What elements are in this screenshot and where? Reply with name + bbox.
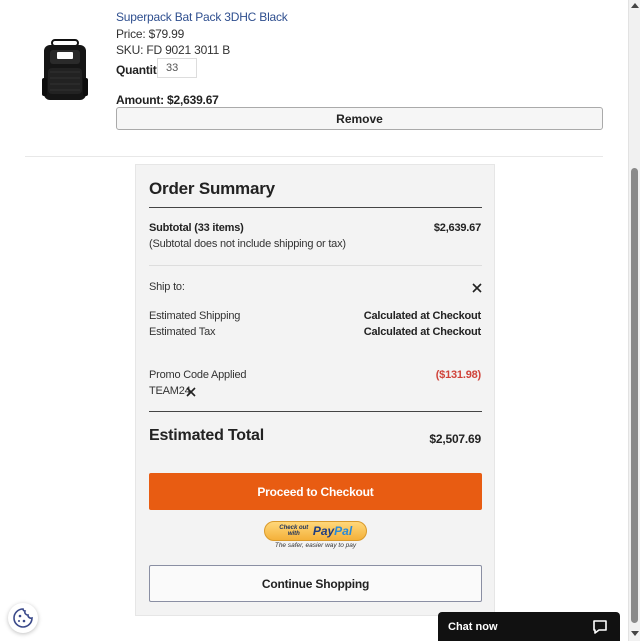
subtotal-note: (Subtotal does not include shipping or t… <box>149 238 346 250</box>
subtotal-value: $2,639.67 <box>433 222 481 234</box>
product-sku: SKU: FD 9021 3011 B <box>116 43 231 57</box>
title-divider <box>149 207 482 208</box>
remove-button[interactable]: Remove <box>116 107 603 130</box>
paypal-badge: Check out with PayPal <box>264 521 367 541</box>
total-divider <box>149 411 482 412</box>
paypal-tagline: The safer, easier way to pay <box>274 542 357 549</box>
order-summary-title: Order Summary <box>149 179 275 198</box>
subtotal-divider <box>149 265 482 266</box>
cookie-icon <box>13 608 33 628</box>
paypal-logo: PayPal <box>313 524 352 538</box>
subtotal-label: Subtotal (33 items) <box>149 222 244 234</box>
chat-now-label: Chat now <box>448 621 498 633</box>
tax-value: Calculated at Checkout <box>363 326 481 338</box>
quantity-input[interactable] <box>157 58 197 78</box>
chat-bubble-icon <box>593 620 607 634</box>
promo-discount-value: ($131.98) <box>435 369 481 381</box>
paypal-checkout-text: Check out with <box>279 525 309 537</box>
scrollbar-thumb[interactable] <box>631 168 638 623</box>
estimated-total-value: $2,507.69 <box>429 432 481 446</box>
paypal-logo-pal: Pal <box>334 524 353 538</box>
cart-line-item: Superpack Bat Pack 3DHC Black Price: $79… <box>0 0 628 150</box>
section-divider <box>25 156 603 157</box>
product-image[interactable] <box>40 38 90 102</box>
paypal-checkout-button[interactable]: Check out with PayPal The safer, easier … <box>264 521 367 551</box>
chat-now-widget[interactable]: Chat now <box>438 612 620 641</box>
proceed-to-checkout-button[interactable]: Proceed to Checkout <box>149 473 482 510</box>
shipping-value: Calculated at Checkout <box>363 310 481 322</box>
scroll-down-arrow-icon[interactable] <box>631 631 639 636</box>
ship-to-close-icon[interactable] <box>471 282 483 294</box>
estimated-total-label: Estimated Total <box>149 427 264 444</box>
cookie-settings-button[interactable] <box>8 603 38 633</box>
order-summary-panel: Order Summary Subtotal (33 items) $2,639… <box>135 164 495 616</box>
product-name-link[interactable]: Superpack Bat Pack 3DHC Black <box>116 10 288 24</box>
remove-promo-close-icon[interactable] <box>185 386 197 398</box>
continue-shopping-button[interactable]: Continue Shopping <box>149 565 482 602</box>
scroll-up-arrow-icon[interactable] <box>631 3 639 8</box>
page-scrollbar[interactable] <box>628 0 640 641</box>
promo-label: Promo Code Applied <box>149 369 247 381</box>
paypal-logo-pay: Pay <box>312 524 335 538</box>
product-price: Price: $79.99 <box>116 27 185 41</box>
ship-to-label: Ship to: <box>149 281 185 293</box>
tax-label: Estimated Tax <box>149 326 216 338</box>
shipping-label: Estimated Shipping <box>149 310 241 322</box>
line-amount: Amount: $2,639.67 <box>116 93 219 107</box>
